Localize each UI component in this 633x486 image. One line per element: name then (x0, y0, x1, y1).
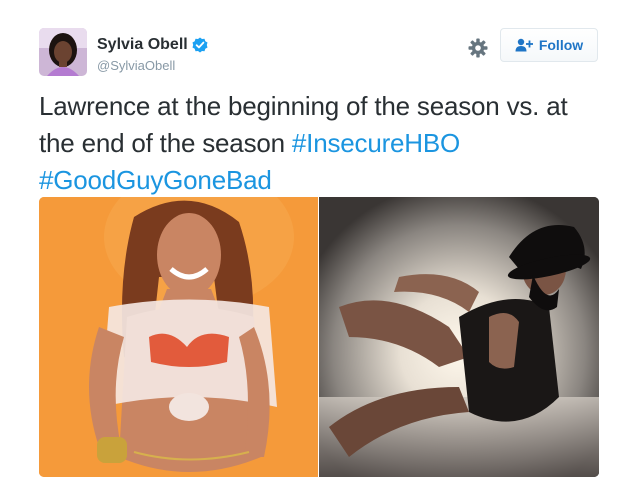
tweet-card: Sylvia Obell @SylviaObell Follow Lawrenc… (0, 0, 633, 486)
follow-button[interactable]: Follow (500, 28, 598, 62)
hashtag-insecurehbo[interactable]: #InsecureHBO (292, 128, 460, 158)
hashtag-goodguygonebad[interactable]: #GoodGuyGoneBad (39, 165, 272, 195)
media-grid (39, 197, 599, 477)
photo-woman-orange-background-icon (39, 197, 318, 477)
photo-right[interactable] (319, 197, 599, 477)
tweet-text: Lawrence at the beginning of the season … (39, 88, 599, 199)
follow-label: Follow (538, 37, 584, 53)
add-user-icon (515, 38, 533, 52)
gear-icon[interactable] (467, 37, 489, 59)
photo-woman-black-hat-smoky-background-icon (319, 197, 599, 477)
tweet-text-line2: the end of the season (39, 128, 285, 158)
photo-left[interactable] (39, 197, 318, 477)
display-name[interactable]: Sylvia Obell (97, 36, 188, 54)
author-block: Sylvia Obell @SylviaObell (97, 35, 208, 73)
tweet-text-line1: Lawrence at the beginning of the season … (39, 91, 568, 121)
avatar[interactable] (39, 28, 87, 76)
name-row: Sylvia Obell (97, 35, 208, 55)
user-handle[interactable]: @SylviaObell (97, 58, 208, 73)
verified-badge-icon (192, 37, 208, 53)
